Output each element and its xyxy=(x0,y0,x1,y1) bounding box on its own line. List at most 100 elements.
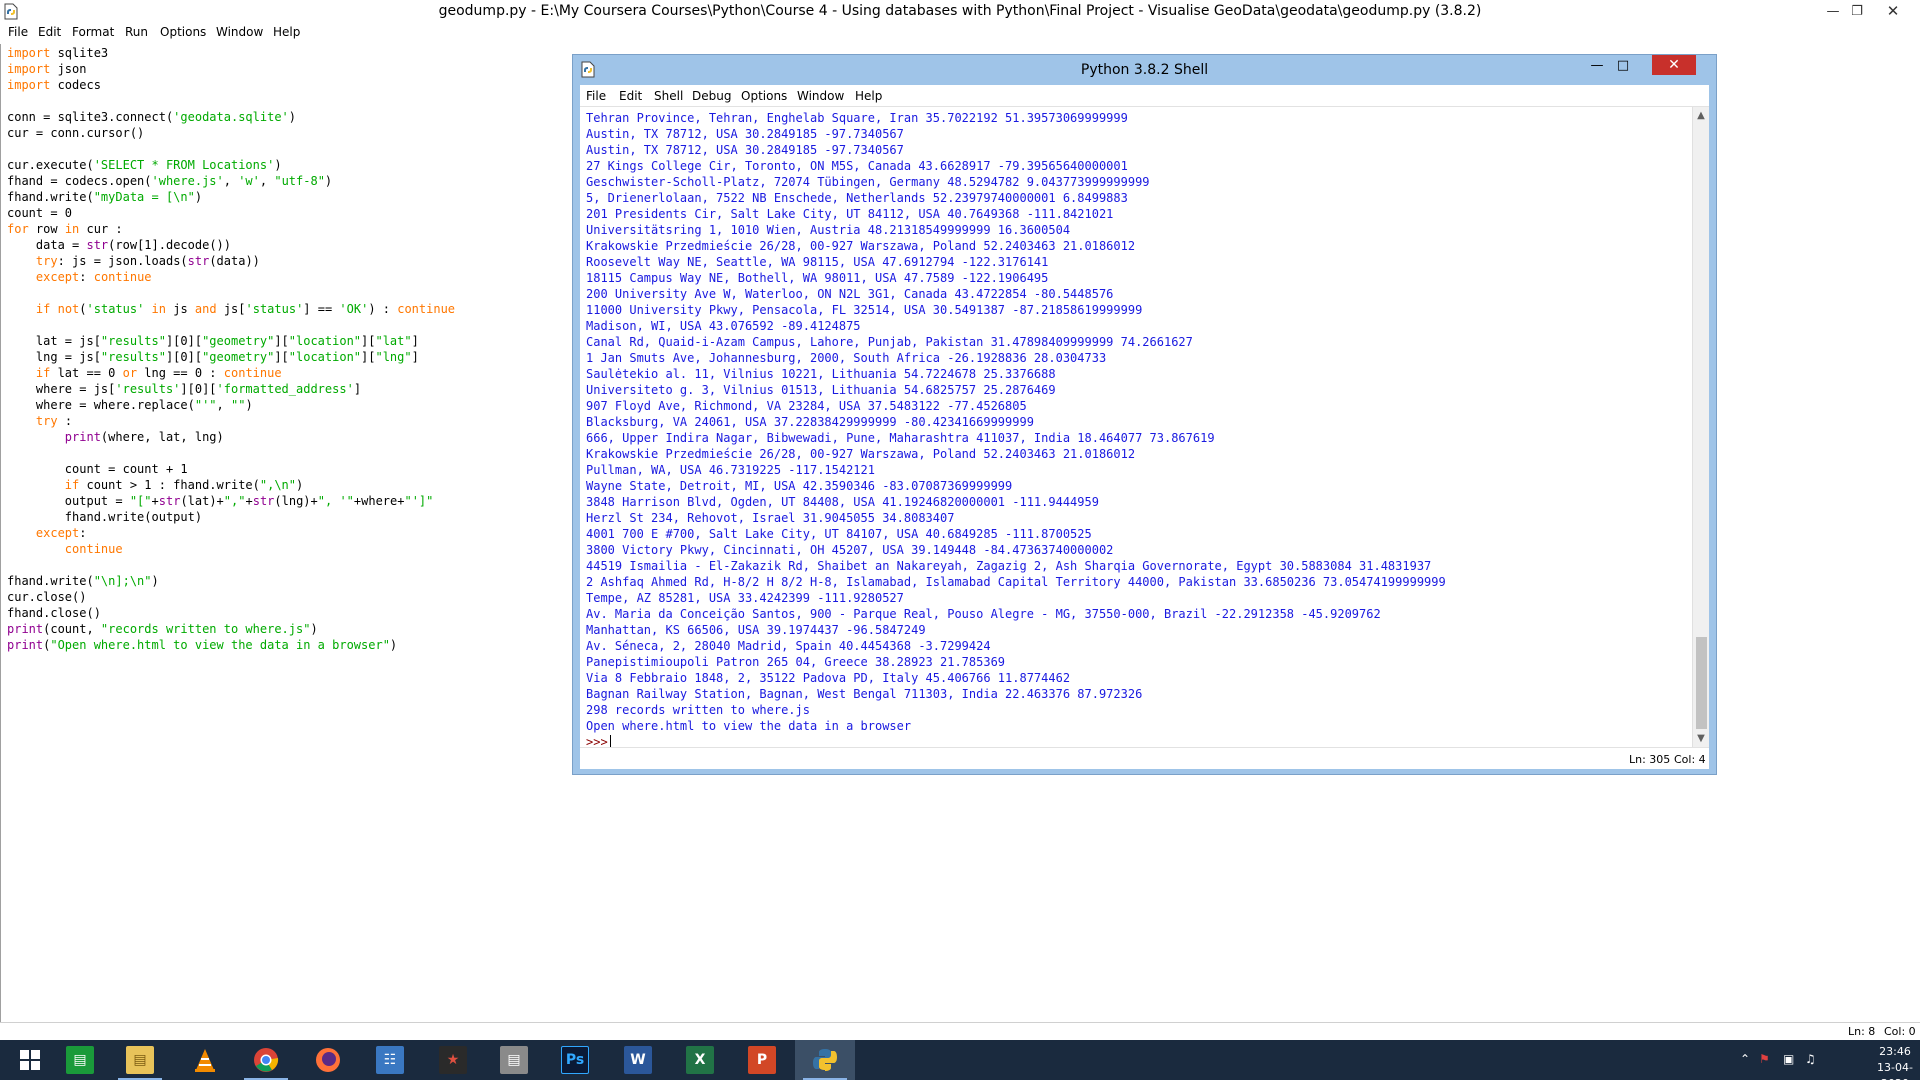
chevron-up-icon[interactable]: ⌃ xyxy=(1740,1052,1750,1066)
shell-output-line[interactable]: Blacksburg, VA 24061, USA 37.22838429999… xyxy=(586,414,1446,430)
shell-output-line[interactable]: Av. Maria da Conceição Santos, 900 - Par… xyxy=(586,606,1446,622)
code-line[interactable]: print(where, lat, lng) xyxy=(7,429,455,445)
code-line[interactable]: where = where.replace("'", "") xyxy=(7,397,455,413)
code-line[interactable]: import json xyxy=(7,61,455,77)
shell-output-line[interactable]: Krakowskie Przedmieście 26/28, 00-927 Wa… xyxy=(586,238,1446,254)
restore-icon[interactable]: ❐ xyxy=(1843,0,1871,22)
taskbar-clock[interactable]: 23:46 13-04-2020 xyxy=(1870,1044,1920,1080)
close-icon[interactable]: ✕ xyxy=(1879,0,1907,22)
shell-output-line[interactable]: Open where.html to view the data in a br… xyxy=(586,718,1446,734)
shell-output-line[interactable]: Av. Séneca, 2, 28040 Madrid, Spain 40.44… xyxy=(586,638,1446,654)
shell-output-line[interactable]: Tempe, AZ 85281, USA 33.4242399 -111.928… xyxy=(586,590,1446,606)
shell-output-line[interactable]: 2 Ashfaq Ahmed Rd, H-8/2 H 8/2 H-8, Isla… xyxy=(586,574,1446,590)
taskbar-control-panel[interactable]: ☷ xyxy=(360,1040,420,1080)
code-line[interactable] xyxy=(7,445,455,461)
menu-edit[interactable]: Edit xyxy=(38,25,61,39)
code-line[interactable]: if not('status' in js and js['status'] =… xyxy=(7,301,455,317)
shell-output-line[interactable]: Manhattan, KS 66506, USA 39.1974437 -96.… xyxy=(586,622,1446,638)
shell-output-line[interactable]: Geschwister-Scholl-Platz, 72074 Tübingen… xyxy=(586,174,1446,190)
code-line[interactable]: cur.close() xyxy=(7,589,455,605)
taskbar-word[interactable]: W xyxy=(608,1040,668,1080)
code-line[interactable]: try : xyxy=(7,413,455,429)
scroll-down-icon[interactable]: ▼ xyxy=(1693,730,1709,746)
shell-close-icon[interactable]: ✕ xyxy=(1652,55,1696,75)
taskbar-python-idle[interactable] xyxy=(795,1040,855,1080)
code-line[interactable]: fhand = codecs.open('where.js', 'w', "ut… xyxy=(7,173,455,189)
scroll-thumb[interactable] xyxy=(1696,637,1707,729)
taskbar-chrome[interactable] xyxy=(236,1040,296,1080)
shell-menu-shell[interactable]: Shell xyxy=(654,89,683,103)
shell-menu-window[interactable]: Window xyxy=(797,89,844,103)
shell-output-line[interactable]: 44519 Ismailia - El-Zakazik Rd, Shaibet … xyxy=(586,558,1446,574)
code-line[interactable]: conn = sqlite3.connect('geodata.sqlite') xyxy=(7,109,455,125)
menu-window[interactable]: Window xyxy=(216,25,263,39)
code-line[interactable]: if lat == 0 or lng == 0 : continue xyxy=(7,365,455,381)
code-line[interactable]: fhand.write(output) xyxy=(7,509,455,525)
shell-minimize-icon[interactable]: — xyxy=(1583,55,1611,75)
shell-menu-help[interactable]: Help xyxy=(855,89,882,103)
shell-output-line[interactable]: 907 Floyd Ave, Richmond, VA 23284, USA 3… xyxy=(586,398,1446,414)
code-line[interactable]: for row in cur : xyxy=(7,221,455,237)
code-line[interactable]: continue xyxy=(7,541,455,557)
shell-output-line[interactable]: 11000 University Pkwy, Pensacola, FL 325… xyxy=(586,302,1446,318)
shell-output-line[interactable]: 5, Drienerlolaan, 7522 NB Enschede, Neth… xyxy=(586,190,1446,206)
taskbar-game[interactable]: ★ xyxy=(423,1040,483,1080)
code-line[interactable]: print("Open where.html to view the data … xyxy=(7,637,455,653)
code-line[interactable]: output = "["+str(lat)+","+str(lng)+", '"… xyxy=(7,493,455,509)
shell-scrollbar[interactable]: ▲ ▼ xyxy=(1692,107,1709,747)
taskbar-firefox[interactable] xyxy=(298,1040,358,1080)
code-line[interactable]: import codecs xyxy=(7,77,455,93)
shell-output-line[interactable]: Tehran Province, Tehran, Enghelab Square… xyxy=(586,110,1446,126)
code-line[interactable]: lat = js["results"][0]["geometry"]["loca… xyxy=(7,333,455,349)
volume-icon[interactable]: ♫ xyxy=(1805,1052,1816,1066)
shell-output-line[interactable]: 3800 Victory Pkwy, Cincinnati, OH 45207,… xyxy=(586,542,1446,558)
shell-output-line[interactable]: Panepistimioupoli Patron 265 04, Greece … xyxy=(586,654,1446,670)
shell-output-line[interactable]: Austin, TX 78712, USA 30.2849185 -97.734… xyxy=(586,126,1446,142)
code-line[interactable]: cur = conn.cursor() xyxy=(7,125,455,141)
shell-output-line[interactable]: Canal Rd, Quaid-i-Azam Campus, Lahore, P… xyxy=(586,334,1446,350)
action-center-flag-icon[interactable]: ⚑ xyxy=(1759,1052,1770,1066)
menu-help[interactable]: Help xyxy=(273,25,300,39)
taskbar-photoshop[interactable]: Ps xyxy=(545,1040,605,1080)
code-line[interactable]: except: xyxy=(7,525,455,541)
shell-output-line[interactable]: 201 Presidents Cir, Salt Lake City, UT 8… xyxy=(586,206,1446,222)
shell-maximize-icon[interactable]: □ xyxy=(1609,55,1637,75)
code-line[interactable]: cur.execute('SELECT * FROM Locations') xyxy=(7,157,455,173)
shell-output-line[interactable]: Pullman, WA, USA 46.7319225 -117.1542121 xyxy=(586,462,1446,478)
shell-title-bar[interactable]: Python 3.8.2 Shell — □ ✕ xyxy=(573,55,1716,85)
code-line[interactable]: data = str(row[1].decode()) xyxy=(7,237,455,253)
shell-menu-debug[interactable]: Debug xyxy=(692,89,731,103)
code-line[interactable]: except: continue xyxy=(7,269,455,285)
code-text[interactable]: import sqlite3 import json import codecs co… xyxy=(7,45,455,653)
code-line[interactable] xyxy=(7,317,455,333)
code-line[interactable]: fhand.close() xyxy=(7,605,455,621)
menu-file[interactable]: File xyxy=(8,25,28,39)
shell-menu-edit[interactable]: Edit xyxy=(619,89,642,103)
code-line[interactable]: where = js['results'][0]['formatted_addr… xyxy=(7,381,455,397)
shell-output-line[interactable]: 666, Upper Indira Nagar, Bibwewadi, Pune… xyxy=(586,430,1446,446)
shell-output-line[interactable]: 18115 Campus Way NE, Bothell, WA 98011, … xyxy=(586,270,1446,286)
shell-output-line[interactable]: Madison, WI, USA 43.076592 -89.4124875 xyxy=(586,318,1446,334)
taskbar-file-explorer[interactable]: ▤ xyxy=(110,1040,170,1080)
shell-output-line[interactable]: 4001 700 E #700, Salt Lake City, UT 8410… xyxy=(586,526,1446,542)
taskbar-store[interactable]: ▤ xyxy=(50,1040,110,1080)
code-line[interactable]: if count > 1 : fhand.write(",\n") xyxy=(7,477,455,493)
code-line[interactable] xyxy=(7,93,455,109)
taskbar-vlc[interactable] xyxy=(175,1040,235,1080)
code-line[interactable]: fhand.write("\n];\n") xyxy=(7,573,455,589)
shell-output-line[interactable]: 27 Kings College Cir, Toronto, ON M5S, C… xyxy=(586,158,1446,174)
shell-output-line[interactable]: Roosevelt Way NE, Seattle, WA 98115, USA… xyxy=(586,254,1446,270)
network-icon[interactable]: ▣ xyxy=(1783,1052,1794,1066)
code-line[interactable]: count = count + 1 xyxy=(7,461,455,477)
code-line[interactable]: fhand.write("myData = [\n") xyxy=(7,189,455,205)
shell-output-area[interactable]: Tehran Province, Tehran, Enghelab Square… xyxy=(580,107,1692,747)
shell-output-text[interactable]: Tehran Province, Tehran, Enghelab Square… xyxy=(586,110,1446,747)
scroll-up-icon[interactable]: ▲ xyxy=(1693,107,1709,123)
code-line[interactable] xyxy=(7,285,455,301)
shell-output-line[interactable]: Via 8 Febbraio 1848, 2, 35122 Padova PD,… xyxy=(586,670,1446,686)
shell-output-line[interactable]: Krakowskie Przedmieście 26/28, 00-927 Wa… xyxy=(586,446,1446,462)
shell-output-line[interactable]: Universitätsring 1, 1010 Wien, Austria 4… xyxy=(586,222,1446,238)
shell-output-line[interactable]: 200 University Ave W, Waterloo, ON N2L 3… xyxy=(586,286,1446,302)
code-line[interactable] xyxy=(7,557,455,573)
shell-output-line[interactable]: Saulėtekio al. 11, Vilnius 10221, Lithua… xyxy=(586,366,1446,382)
